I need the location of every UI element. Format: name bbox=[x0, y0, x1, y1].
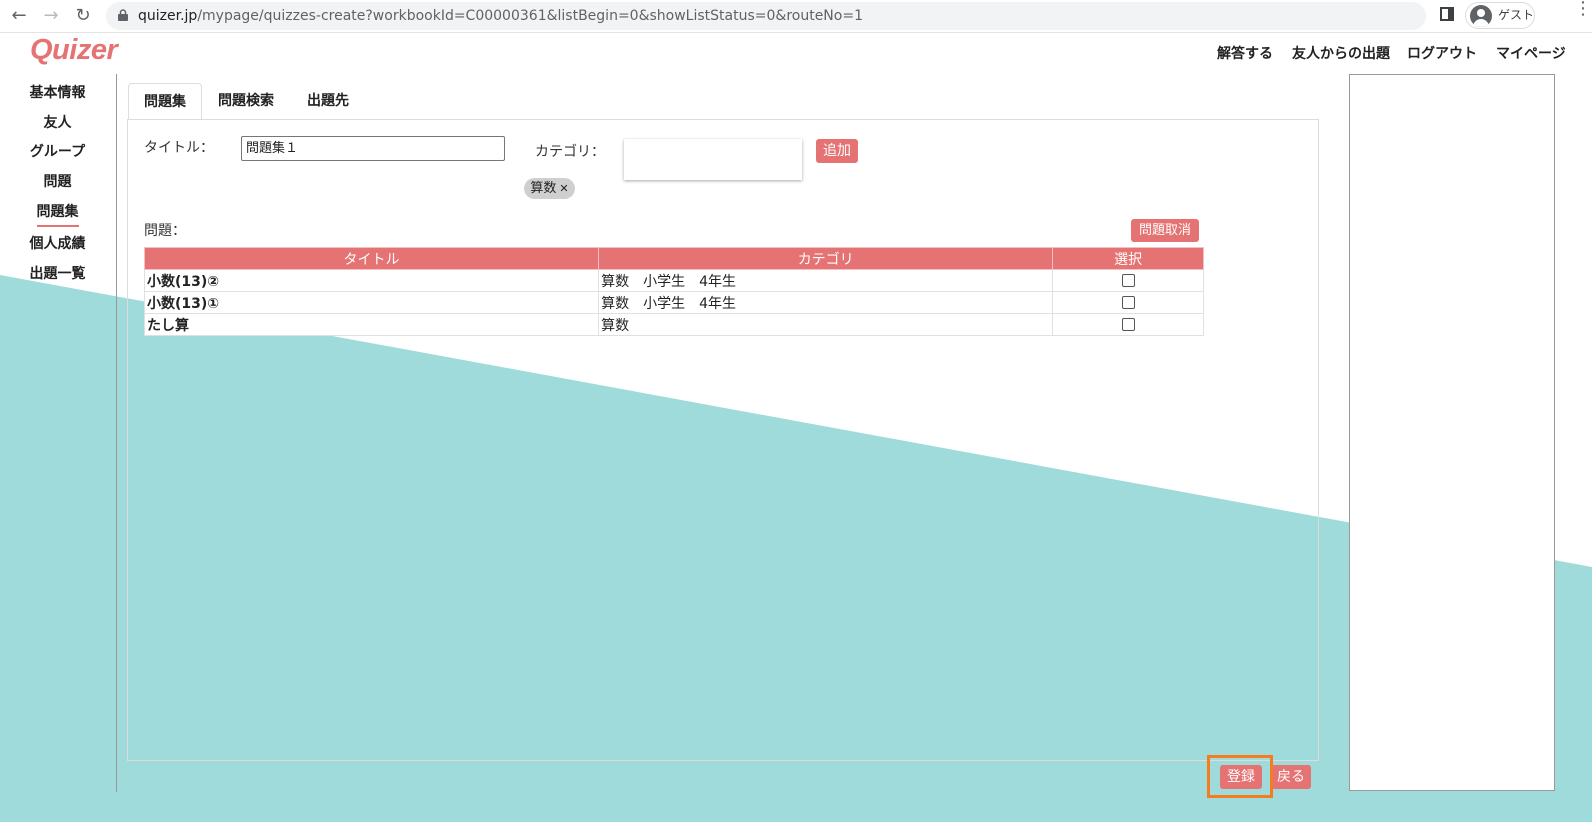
nav-logout[interactable]: ログアウト bbox=[1407, 43, 1477, 63]
table-header-row: タイトル カテゴリ 選択 bbox=[143, 247, 1204, 270]
table-row: 小数(13)② 算数 小学生 4年生 bbox=[143, 269, 1204, 292]
right-side-panel bbox=[1349, 74, 1555, 791]
nav-from-friends[interactable]: 友人からの出題 bbox=[1292, 43, 1390, 63]
category-chip: 算数 ✕ bbox=[524, 178, 575, 199]
questions-label: 問題： bbox=[144, 223, 186, 239]
register-highlight bbox=[1207, 755, 1273, 798]
sidebar-item-groups[interactable]: グループ bbox=[0, 141, 115, 161]
browser-toolbar: ← → ↻ quizer.jp/mypage/quizzes-create?wo… bbox=[0, 0, 1592, 33]
address-bar[interactable]: quizer.jp/mypage/quizzes-create?workbook… bbox=[106, 2, 1426, 30]
sidebar-item-label: 基本情報 bbox=[29, 85, 86, 101]
url-path: /mypage/quizzes-create?workbookId=C00000… bbox=[197, 8, 863, 24]
side-panel-icon[interactable] bbox=[1440, 7, 1454, 21]
profile-button[interactable]: ゲスト bbox=[1465, 2, 1535, 29]
sidebar-divider bbox=[116, 74, 117, 792]
select-checkbox[interactable] bbox=[1121, 318, 1135, 331]
title-label: タイトル： bbox=[144, 140, 214, 156]
profile-label: ゲスト bbox=[1498, 8, 1535, 22]
cancel-questions-button[interactable]: 問題取消 bbox=[1131, 219, 1199, 242]
url-text: quizer.jp/mypage/quizzes-create?workbook… bbox=[138, 2, 863, 30]
category-chip-label: 算数 bbox=[530, 181, 557, 196]
column-header-title: タイトル bbox=[143, 247, 600, 270]
row-select-cell bbox=[1052, 291, 1204, 314]
select-checkbox[interactable] bbox=[1121, 274, 1135, 287]
site-logo[interactable]: Quizer bbox=[30, 34, 118, 67]
active-indicator bbox=[36, 225, 79, 227]
sidebar-item-label: グループ bbox=[29, 144, 86, 160]
sidebar-item-results[interactable]: 個人成績 bbox=[0, 233, 115, 253]
sidebar-item-assignments[interactable]: 出題一覧 bbox=[0, 263, 115, 283]
nav-answer[interactable]: 解答する bbox=[1217, 43, 1273, 63]
category-select[interactable] bbox=[624, 139, 802, 180]
row-title: 小数(13)① bbox=[143, 291, 600, 314]
table-row: 小数(13)① 算数 小学生 4年生 bbox=[143, 291, 1204, 314]
row-select-cell bbox=[1052, 313, 1204, 336]
column-header-category: カテゴリ bbox=[598, 247, 1054, 270]
sidebar-item-label: 出題一覧 bbox=[29, 266, 86, 282]
back-arrow-icon[interactable]: ← bbox=[6, 3, 32, 29]
back-button[interactable]: 戻る bbox=[1271, 765, 1311, 789]
tab-workbook[interactable]: 問題集 bbox=[128, 83, 202, 119]
lock-icon bbox=[118, 9, 128, 21]
tab-panel bbox=[127, 119, 1319, 761]
row-select-cell bbox=[1052, 269, 1204, 292]
remove-chip-icon[interactable]: ✕ bbox=[559, 182, 568, 195]
title-input[interactable]: 問題集１ bbox=[241, 136, 505, 161]
category-label: カテゴリ： bbox=[535, 144, 605, 160]
avatar-icon bbox=[1470, 5, 1492, 27]
reload-icon[interactable]: ↻ bbox=[70, 3, 96, 29]
sidebar-item-label: 問題集 bbox=[36, 204, 79, 220]
add-category-button[interactable]: 追加 bbox=[816, 139, 858, 163]
sidebar-item-label: 友人 bbox=[43, 115, 72, 131]
row-title: たし算 bbox=[143, 313, 600, 336]
row-title: 小数(13)② bbox=[143, 269, 600, 292]
forward-arrow-icon[interactable]: → bbox=[38, 3, 64, 29]
sidebar-item-friends[interactable]: 友人 bbox=[0, 112, 115, 132]
row-category: 算数 小学生 4年生 bbox=[598, 269, 1054, 292]
row-category: 算数 bbox=[598, 313, 1054, 336]
select-checkbox[interactable] bbox=[1121, 296, 1135, 309]
table-row: たし算 算数 bbox=[143, 313, 1204, 336]
sidebar-item-questions[interactable]: 問題 bbox=[0, 171, 115, 191]
nav-mypage[interactable]: マイページ bbox=[1496, 43, 1566, 63]
tab-question-search[interactable]: 問題検索 bbox=[210, 83, 282, 119]
questions-table: タイトル カテゴリ 選択 小数(13)② 算数 小学生 4年生 小数(13)① … bbox=[143, 247, 1204, 336]
sidebar-item-basic-info[interactable]: 基本情報 bbox=[0, 82, 115, 102]
row-category: 算数 小学生 4年生 bbox=[598, 291, 1054, 314]
sidebar-item-label: 個人成績 bbox=[29, 236, 86, 252]
url-host: quizer.jp bbox=[138, 8, 198, 24]
sidebar-item-label: 問題 bbox=[43, 174, 72, 190]
sidebar-item-workbooks[interactable]: 問題集 bbox=[0, 201, 115, 227]
tab-destination[interactable]: 出題先 bbox=[298, 83, 358, 119]
column-header-select: 選択 bbox=[1052, 247, 1204, 270]
kebab-menu-icon[interactable]: ⋮ bbox=[1574, 0, 1592, 18]
